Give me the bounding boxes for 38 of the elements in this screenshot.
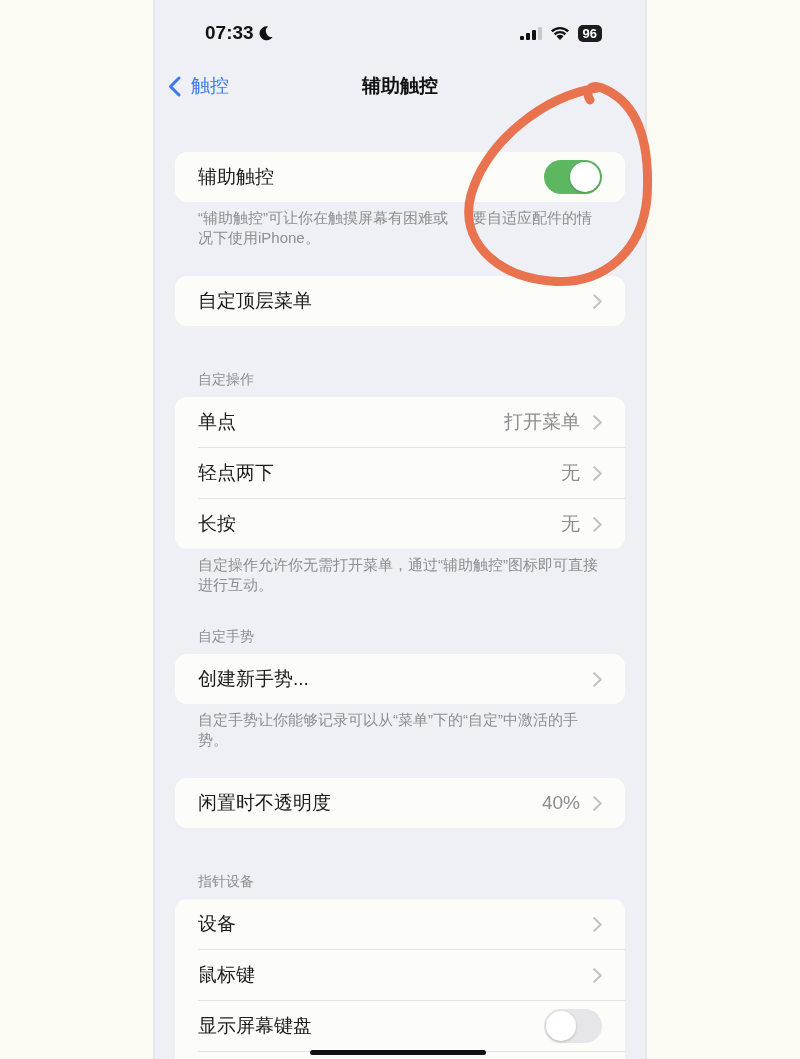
toggle-switch[interactable] [544,1009,602,1043]
status-time: 07:33 [205,20,254,45]
setting-value: 无 [561,461,580,485]
chevron-right-icon[interactable] [593,967,602,983]
setting-label: 设备 [198,912,236,936]
battery-indicator: 96 [577,24,602,42]
chevron-right-icon[interactable] [593,293,602,309]
setting-label: 鼠标键 [198,963,255,987]
section-footer: “辅助触控”可让你在触摸屏幕有困难或 要自适应配件的情况下使用iPhone。 [175,208,625,248]
section-footer: 自定手势让你能够记录可以从“菜单”下的“自定”中激活的手势。 [175,710,625,750]
signal-icon [519,26,542,40]
chevron-right-icon[interactable] [593,414,602,430]
setting-label: 长按 [198,512,236,536]
setting-label: 显示屏幕键盘 [198,1014,312,1038]
setting-value: 无 [561,512,580,536]
section-header: 自定手势 [197,628,255,646]
moon-icon [258,25,273,41]
setting-value: 打开菜单 [504,410,580,434]
setting-label: 自定顶层菜单 [198,289,312,313]
chevron-right-icon[interactable] [593,465,602,481]
chevron-left-icon [168,75,181,97]
chevron-right-icon[interactable] [593,516,602,532]
page-title: 辅助触控 [362,73,438,98]
back-button[interactable]: 触控 [155,71,229,101]
setting-label: 闲置时不透明度 [198,791,331,815]
setting-label: 单点 [198,410,236,434]
setting-label: 创建新手势... [198,667,309,691]
section-header: 自定操作 [197,371,255,389]
setting-value: 40% [541,791,580,815]
wifi-icon [549,26,570,40]
chevron-right-icon[interactable] [593,916,602,932]
toggle-switch[interactable] [544,160,602,194]
setting-label: 轻点两下 [198,461,274,485]
chevron-right-icon[interactable] [593,671,602,687]
section-header: 指针设备 [197,873,255,891]
section-footer: 自定操作允许你无需打开菜单，通过“辅助触控”图标即可直接进行互动。 [175,555,625,595]
chevron-right-icon[interactable] [593,795,602,811]
setting-label: 辅助触控 [198,165,274,189]
